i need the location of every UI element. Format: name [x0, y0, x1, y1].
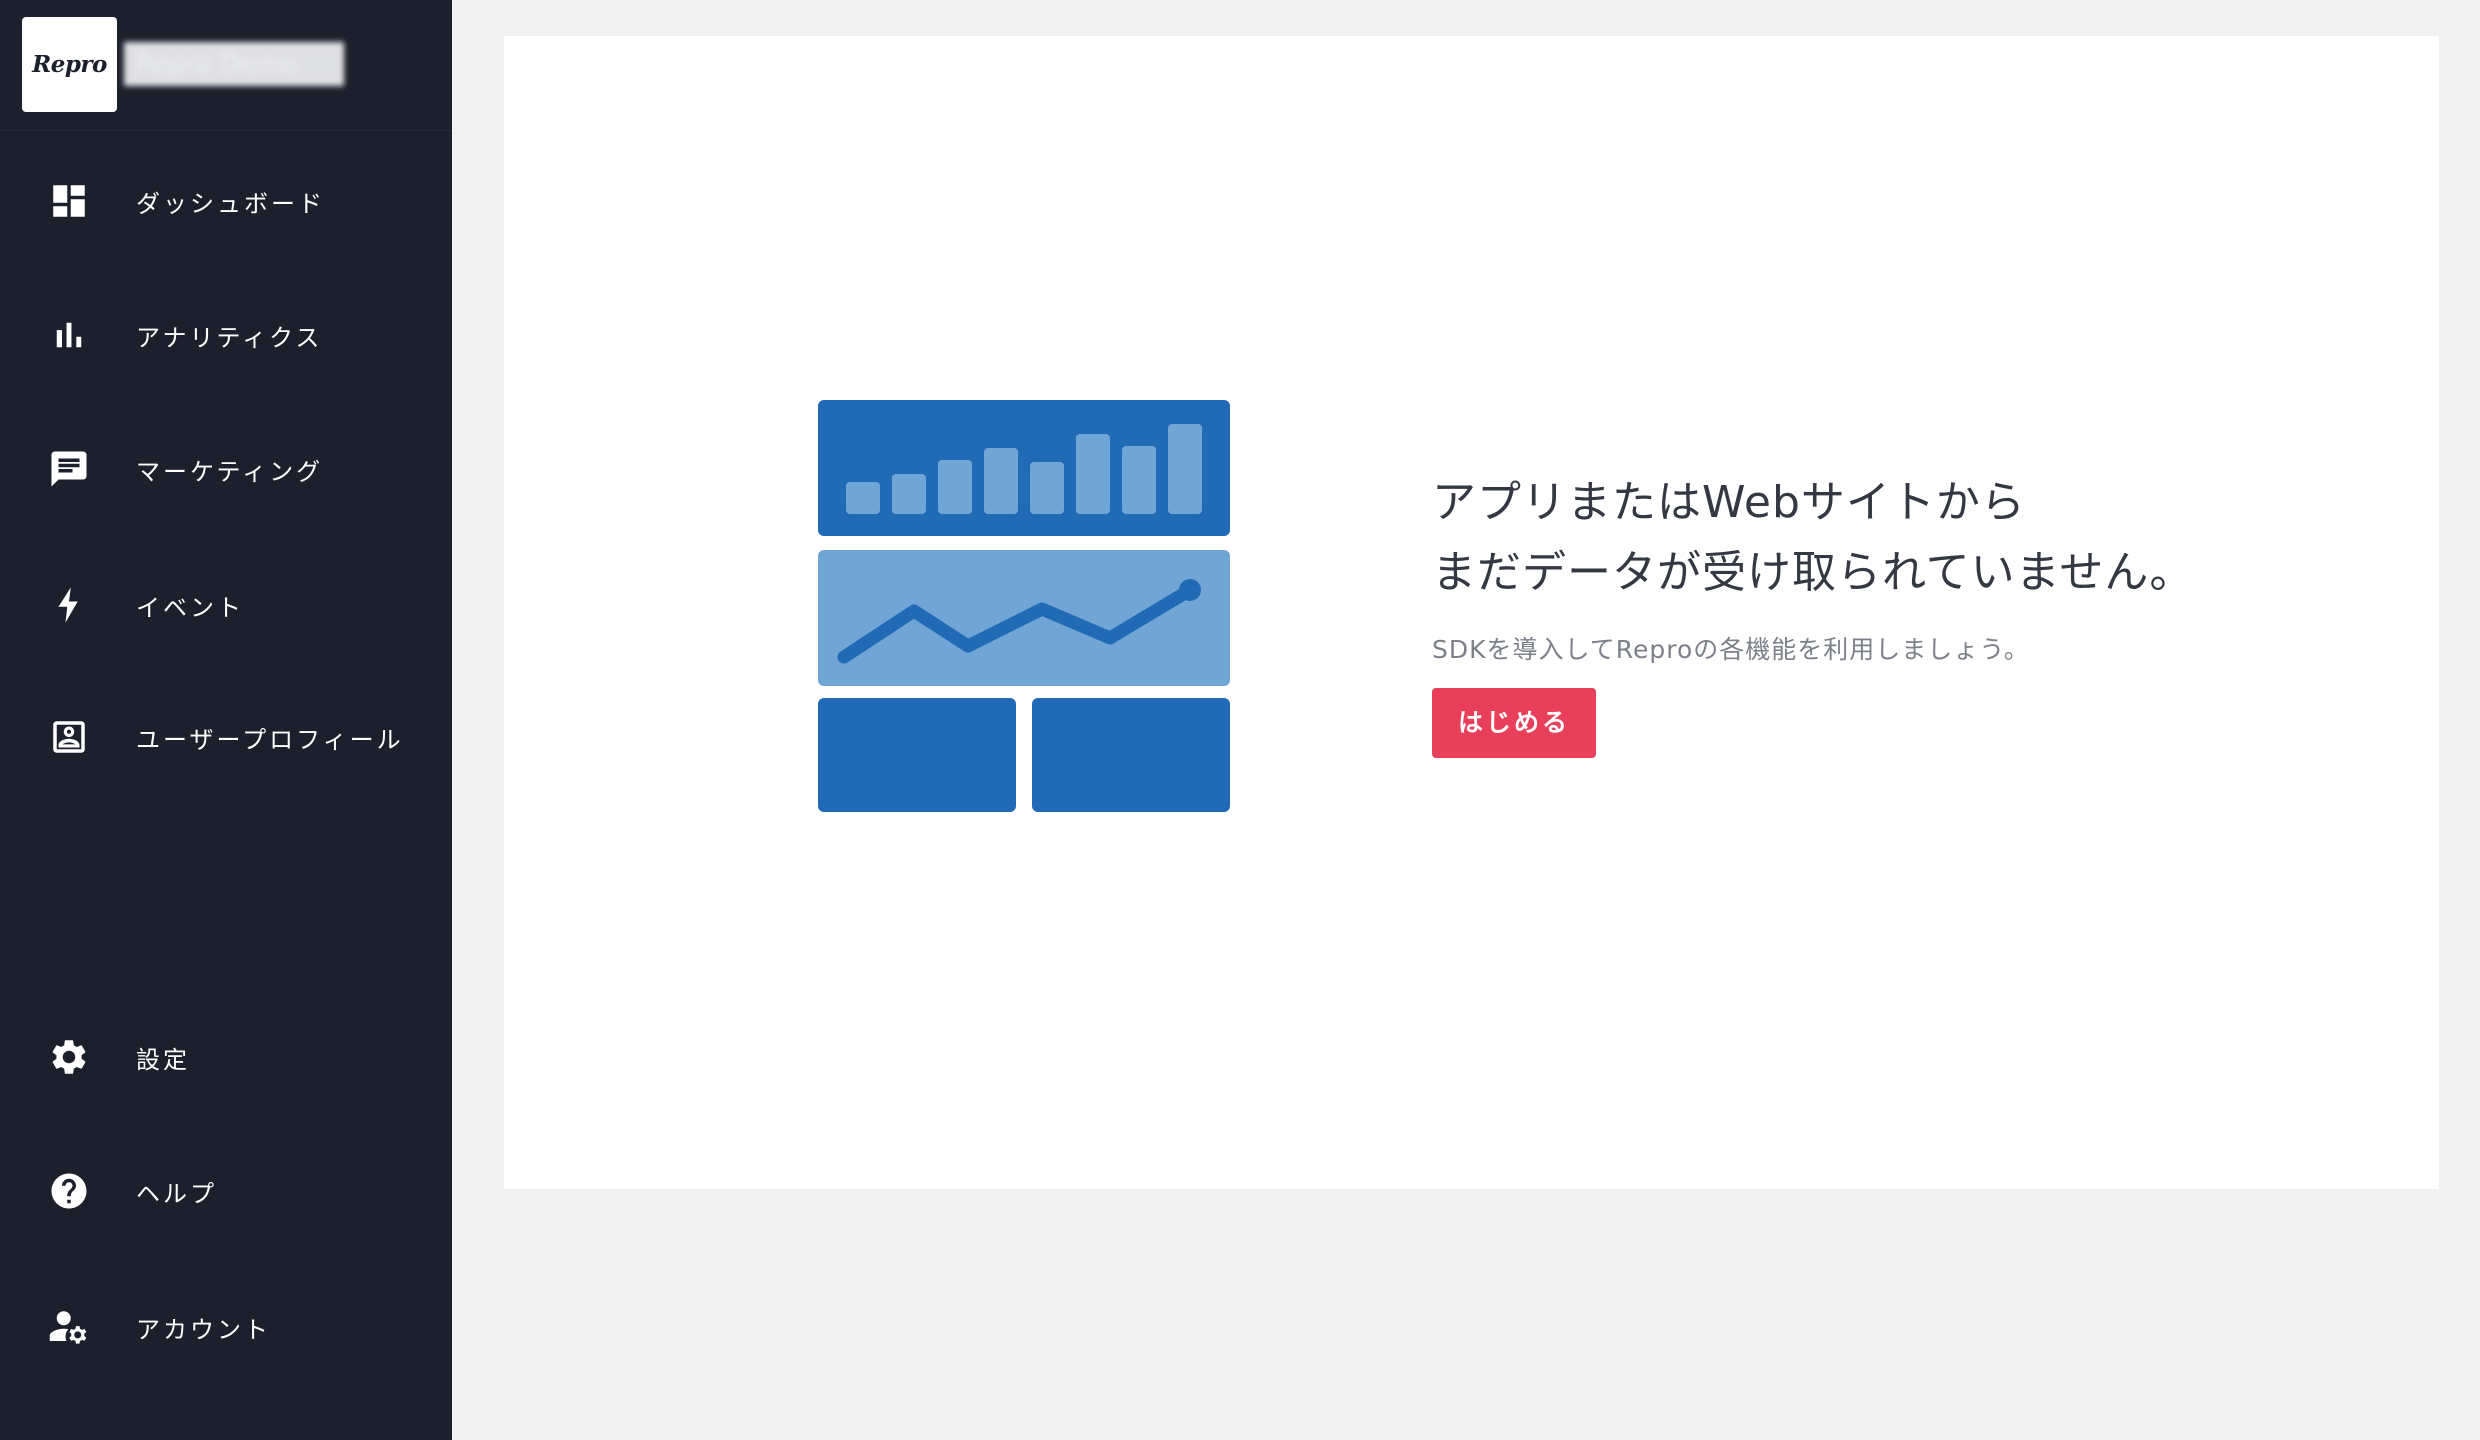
- headline-line-1: アプリまたはWebサイトから: [1432, 477, 2026, 528]
- sidebar-item-account[interactable]: アカウント: [0, 1282, 452, 1372]
- gear-icon: [48, 1036, 90, 1078]
- sidebar-header: Repro Repro Demo: [0, 0, 452, 131]
- sidebar: Repro Repro Demo ダッシュボード アナリティクス マーケティング: [0, 0, 452, 1440]
- sidebar-item-label: イベント: [136, 593, 244, 622]
- sidebar-item-label: ユーザープロフィール: [136, 725, 404, 754]
- sidebar-item-label: ダッシュボード: [136, 189, 325, 218]
- lightning-icon: [48, 584, 90, 626]
- dashboard-icon: [48, 180, 90, 222]
- app-root: Repro Repro Demo ダッシュボード アナリティクス マーケティング: [0, 0, 2480, 1440]
- help-icon: [48, 1170, 90, 1212]
- chat-bubble-icon: [48, 448, 90, 490]
- headline-line-2: まだデータが受け取られていません。: [1432, 547, 2195, 598]
- sidebar-item-dashboard[interactable]: ダッシュボード: [0, 156, 452, 246]
- profile-card-icon: [48, 716, 90, 758]
- sidebar-item-marketing[interactable]: マーケティング: [0, 424, 452, 514]
- sidebar-item-label: マーケティング: [136, 457, 324, 486]
- sidebar-item-settings[interactable]: 設定: [0, 1012, 452, 1102]
- dashboard-illustration-icon: [818, 400, 1238, 820]
- bar-chart-icon: [48, 314, 90, 356]
- sidebar-item-label: アナリティクス: [136, 323, 323, 352]
- sidebar-item-event[interactable]: イベント: [0, 560, 452, 650]
- sidebar-item-label: 設定: [136, 1045, 190, 1074]
- account-settings-icon: [48, 1306, 90, 1348]
- sidebar-item-help[interactable]: ヘルプ: [0, 1146, 452, 1236]
- empty-state-subtext: SDKを導入してReproの各機能を利用しましょう。: [1432, 635, 2030, 664]
- project-selector[interactable]: Repro Demo: [124, 42, 344, 86]
- empty-state-headline: アプリまたはWebサイトから まだデータが受け取られていません。: [1432, 468, 2392, 608]
- start-button[interactable]: はじめる: [1432, 688, 1596, 758]
- empty-state-message: アプリまたはWebサイトから まだデータが受け取られていません。 SDKを導入し…: [1432, 468, 2392, 758]
- logo-text: Repro: [32, 51, 107, 78]
- sidebar-item-label: ヘルプ: [136, 1179, 217, 1208]
- logo[interactable]: Repro: [22, 17, 117, 112]
- sidebar-item-user-profile[interactable]: ユーザープロフィール: [0, 692, 452, 782]
- sidebar-item-label: アカウント: [136, 1315, 271, 1344]
- sidebar-item-analytics[interactable]: アナリティクス: [0, 290, 452, 380]
- empty-state-card: アプリまたはWebサイトから まだデータが受け取られていません。 SDKを導入し…: [504, 36, 2439, 1189]
